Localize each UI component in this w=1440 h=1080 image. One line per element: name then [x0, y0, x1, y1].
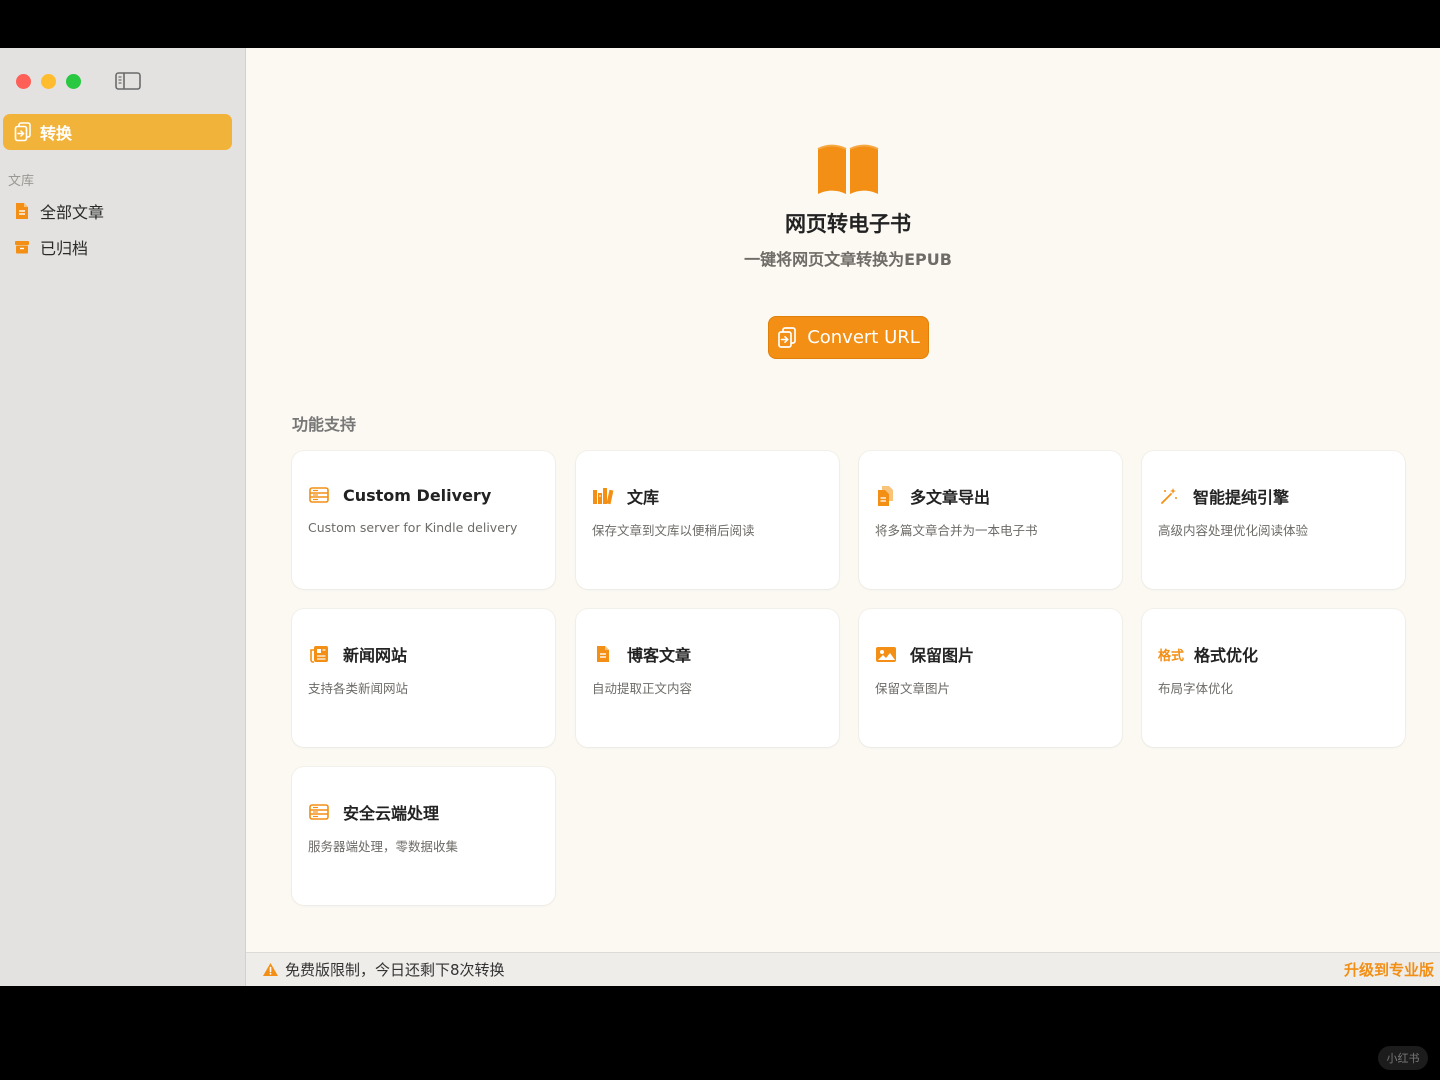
documents-icon — [875, 485, 897, 507]
status-text: 免费版限制，今日还剩下8次转换 — [285, 961, 505, 979]
feature-card-news-sites: 新闻网站 支持各类新闻网站 — [292, 609, 555, 747]
watermark-logo: 小红书 — [1378, 1046, 1428, 1070]
app-window: 转换 文库 全部文章 已归档 网页转电子书 一键将网页文章转换为EPUB Con… — [0, 48, 1440, 986]
convert-url-button[interactable]: Convert URL — [768, 316, 929, 359]
sidebar-item-label: 转换 — [40, 124, 73, 143]
document-icon — [16, 203, 28, 219]
feature-card-title: 文库 — [627, 488, 660, 507]
close-window-button[interactable] — [16, 74, 31, 89]
feature-card-blog-articles: 博客文章 自动提取正文内容 — [576, 609, 839, 747]
feature-card-desc: 保留文章图片 — [875, 681, 951, 696]
main-content: 网页转电子书 一键将网页文章转换为EPUB Convert URL 功能支持 C… — [246, 48, 1440, 986]
feature-card-title: 安全云端处理 — [343, 804, 440, 823]
convert-doc-icon — [778, 326, 797, 348]
feature-card-title: Custom Delivery — [343, 485, 492, 505]
sidebar-section-label: 文库 — [8, 174, 35, 189]
sidebar-item-all-articles[interactable]: 全部文章 — [14, 199, 104, 223]
feature-card-desc: 支持各类新闻网站 — [308, 681, 409, 696]
feature-card-desc: 自动提取正文内容 — [592, 681, 693, 696]
features-section-label: 功能支持 — [292, 415, 357, 434]
status-message: 免费版限制，今日还剩下8次转换 — [262, 959, 505, 980]
convert-url-button-label: Convert URL — [807, 327, 920, 348]
feature-card-secure-cloud: 安全云端处理 服务器端处理，零数据收集 — [292, 767, 555, 905]
window-controls — [16, 74, 81, 89]
feature-card-desc: 布局字体优化 — [1158, 681, 1234, 696]
document-icon — [592, 643, 614, 665]
sidebar: 转换 文库 全部文章 已归档 — [0, 48, 246, 986]
feature-card-desc: 高级内容处理优化阅读体验 — [1158, 523, 1309, 538]
minimize-window-button[interactable] — [41, 74, 56, 89]
feature-card-custom-delivery: Custom Delivery Custom server for Kindle… — [292, 451, 555, 589]
page-title: 网页转电子书 — [785, 212, 911, 236]
sidebar-item-label: 全部文章 — [40, 203, 105, 222]
newspaper-icon — [308, 643, 330, 665]
feature-card-title: 保留图片 — [910, 646, 975, 665]
open-book-icon — [816, 143, 880, 199]
warning-icon — [263, 963, 278, 976]
feature-card-keep-images: 保留图片 保留文章图片 — [859, 609, 1122, 747]
feature-card-desc: 保存文章到文库以便稍后阅读 — [592, 523, 755, 538]
server-icon — [308, 801, 330, 823]
feature-card-desc: Custom server for Kindle delivery — [308, 520, 518, 535]
feature-card-title: 新闻网站 — [343, 646, 408, 665]
photo-icon — [875, 643, 897, 665]
feature-card-title: 博客文章 — [627, 646, 692, 665]
zoom-window-button[interactable] — [66, 74, 81, 89]
server-icon — [308, 484, 330, 506]
upgrade-link[interactable]: 升级到专业版 — [1344, 959, 1434, 980]
feature-card-library: 文库 保存文章到文库以便稍后阅读 — [576, 451, 839, 589]
sidebar-item-convert[interactable]: 转换 — [3, 114, 232, 150]
feature-card-title: 格式优化 — [1194, 646, 1259, 665]
feature-card-desc: 服务器端处理，零数据收集 — [308, 839, 459, 854]
sidebar-item-label: 已归档 — [40, 239, 89, 258]
books-icon — [592, 485, 614, 507]
feature-card-title: 智能提纯引擎 — [1193, 488, 1290, 507]
feature-card-desc: 将多篇文章合并为一本电子书 — [875, 523, 1038, 538]
feature-card-smart-engine: 智能提纯引擎 高级内容处理优化阅读体验 — [1142, 451, 1405, 589]
status-bar: 免费版限制，今日还剩下8次转换 升级到专业版 — [246, 952, 1440, 986]
sidebar-toggle-icon[interactable] — [114, 70, 142, 92]
feature-card-format-optimization: 格式 格式优化 布局字体优化 — [1142, 609, 1405, 747]
convert-doc-icon — [14, 122, 31, 142]
archive-box-icon — [15, 241, 29, 254]
magic-wand-icon — [1158, 485, 1180, 507]
feature-card-multi-export: 多文章导出 将多篇文章合并为一本电子书 — [859, 451, 1122, 589]
feature-card-title: 多文章导出 — [910, 488, 991, 507]
sidebar-item-archived[interactable]: 已归档 — [14, 235, 88, 259]
format-text-icon: 格式 — [1158, 648, 1185, 664]
page-subtitle: 一键将网页文章转换为EPUB — [744, 250, 952, 269]
